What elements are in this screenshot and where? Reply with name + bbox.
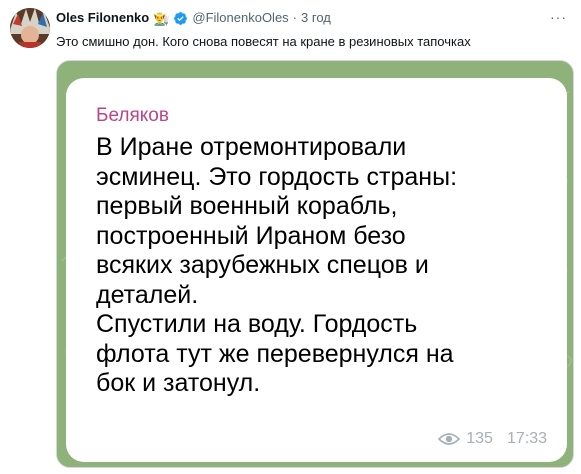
more-icon[interactable]: ··· [550, 9, 567, 25]
message-line: эсминец. Это гордость страны: [96, 162, 458, 191]
tweet-header: Oles Filonenko 👨‍🌾 @FilonenkoOles · 3 го… [56, 9, 331, 27]
tweet: Oles Filonenko 👨‍🌾 @FilonenkoOles · 3 го… [0, 0, 581, 474]
message-line: всяких зарубежных спецов и [96, 251, 429, 279]
message-line: деталей. [96, 280, 199, 309]
tweet-media[interactable]: Беляков В Иране отремонтировали эсминец.… [56, 60, 574, 468]
message-line: первый военный корабль, [96, 192, 398, 220]
author-emoji: 👨‍🌾 [153, 10, 170, 26]
eye-icon [438, 433, 461, 445]
author-handle[interactable]: @FilonenkoOles [192, 9, 288, 27]
message-meta: 135 17:33 [438, 429, 547, 449]
message-line: бок и затонул. [96, 369, 261, 397]
tweet-text: Это смишно дон. Кого снова повесят на кр… [56, 34, 471, 49]
verified-badge-icon [174, 11, 188, 25]
message-line: В Иране отремонтировали [96, 133, 407, 161]
message-sender[interactable]: Беляков [96, 104, 169, 128]
avatar[interactable] [10, 8, 50, 48]
message-text: В Иране отремонтировали эсминец. Это гор… [96, 133, 566, 399]
message-time: 17:33 [506, 430, 547, 447]
tweet-time[interactable]: 3 год [301, 9, 331, 27]
view-count: 135 [466, 430, 493, 447]
message-line: Спустили на воду. Гордость [96, 310, 418, 338]
message-line: флота тут же перевернулся на [96, 339, 454, 368]
message-bubble: Беляков В Иране отремонтировали эсминец.… [66, 78, 567, 462]
separator: · [292, 10, 298, 25]
message-line: построенный Ираном безо [96, 221, 406, 250]
author-name[interactable]: Oles Filonenko [56, 9, 149, 27]
